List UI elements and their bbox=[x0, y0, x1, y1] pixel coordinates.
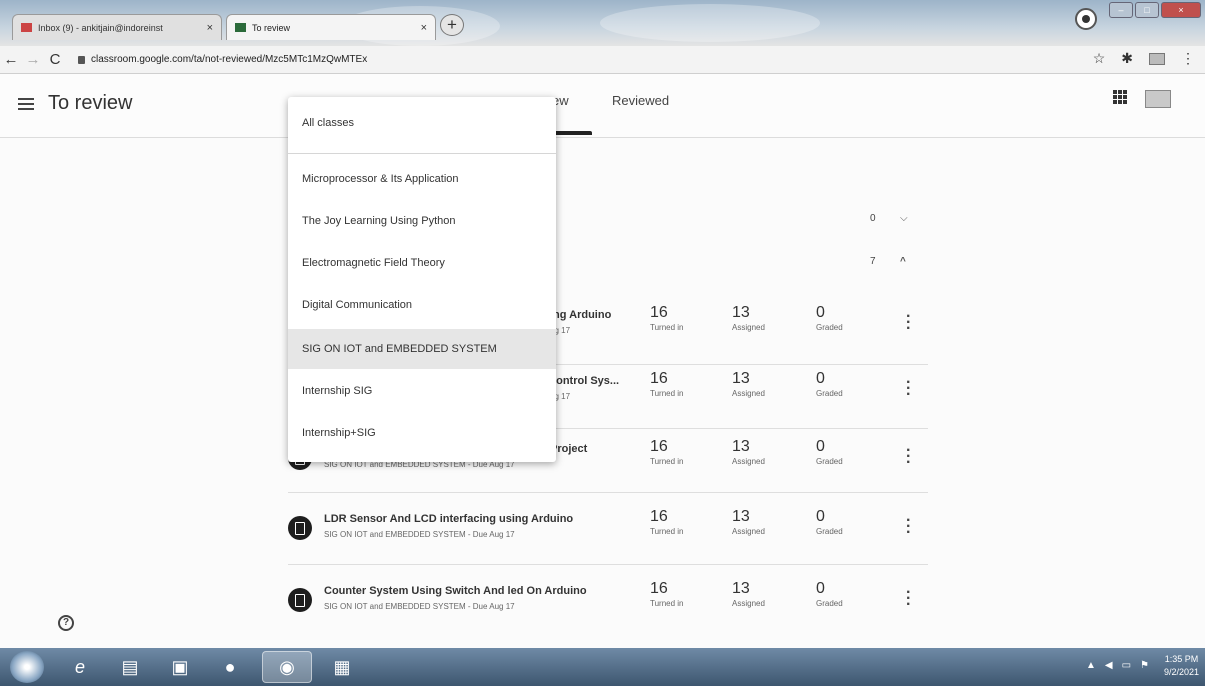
turned-in-stat: 16 Turned in bbox=[650, 304, 684, 332]
chrome-taskbar-icon[interactable]: ◉ bbox=[262, 651, 312, 683]
assignment-icon bbox=[288, 588, 312, 612]
dropdown-item-all-classes[interactable]: All classes bbox=[288, 103, 556, 143]
tab-inbox[interactable]: Inbox (9) - ankitjain@indoreinst × bbox=[12, 14, 222, 40]
organization-logo[interactable] bbox=[1145, 90, 1171, 108]
volume-icon[interactable]: ◀ bbox=[1105, 660, 1113, 671]
chevron-up-icon[interactable]: ^ bbox=[900, 256, 906, 267]
browser-actions: ☆ ✱ ⋮ bbox=[1093, 50, 1195, 67]
assignment-icon bbox=[288, 516, 312, 540]
clock-time: 1:35 PM bbox=[1164, 654, 1199, 664]
extension-icon[interactable] bbox=[1149, 52, 1165, 65]
turned-in-stat: 16 Turned in bbox=[650, 580, 684, 608]
graded-stat: 0 Graded bbox=[816, 580, 843, 608]
divider bbox=[288, 564, 928, 565]
section-count: 7 bbox=[870, 256, 876, 267]
more-options-icon[interactable]: · · · bbox=[906, 443, 911, 471]
start-button[interactable] bbox=[10, 651, 44, 683]
tab-to-review-label: To review bbox=[252, 22, 291, 33]
help-icon[interactable]: ? bbox=[58, 615, 74, 631]
assignment-row[interactable]: Counter System Using Switch And led On A… bbox=[288, 574, 928, 634]
reload-icon[interactable]: C bbox=[44, 51, 66, 68]
turned-in-stat: 16 Turned in bbox=[650, 508, 684, 536]
lock-icon bbox=[78, 55, 85, 64]
dropdown-item-class[interactable]: Internship+SIG bbox=[288, 413, 556, 453]
assigned-stat: 13 Assigned bbox=[732, 508, 765, 536]
profile-icon[interactable] bbox=[1075, 8, 1097, 30]
assignment-subtitle: SIG ON IOT and EMBEDDED SYSTEM - Due Aug… bbox=[324, 602, 515, 611]
close-tab-icon[interactable]: × bbox=[421, 22, 427, 34]
classroom-icon bbox=[235, 23, 246, 32]
maximize-button[interactable]: □ bbox=[1135, 2, 1159, 18]
show-hidden-icons-icon[interactable]: ▲ bbox=[1086, 660, 1096, 671]
file-explorer-icon[interactable]: ▤ bbox=[112, 651, 148, 683]
divider bbox=[288, 492, 928, 493]
browser-menu-icon[interactable]: ⋮ bbox=[1181, 50, 1195, 67]
more-options-icon[interactable]: · · · bbox=[906, 375, 911, 403]
classroom-app: To review ew Reviewed 0 ⌵ 7 ^ ing Arduin… bbox=[0, 74, 1205, 648]
url-text: classroom.google.com/ta/not-reviewed/Mzc… bbox=[91, 54, 368, 65]
assigned-stat: 13 Assigned bbox=[732, 438, 765, 466]
action-center-flag-icon[interactable]: ⚑ bbox=[1140, 660, 1149, 671]
graded-stat: 0 Graded bbox=[816, 508, 843, 536]
chevron-down-icon[interactable]: ⌵ bbox=[900, 213, 908, 224]
tab-reviewed[interactable]: Reviewed bbox=[612, 93, 669, 108]
section-count: 0 bbox=[870, 213, 876, 224]
app-header: To review ew Reviewed bbox=[0, 74, 1205, 138]
tab-inbox-label: Inbox (9) - ankitjain@indoreinst bbox=[38, 22, 163, 33]
taskbar-clock[interactable]: 1:35 PM 9/2/2021 bbox=[1164, 653, 1199, 679]
assignment-title: control Sys... bbox=[550, 375, 620, 387]
bookmark-star-icon[interactable]: ☆ bbox=[1093, 50, 1106, 67]
tab-to-review[interactable]: To review × bbox=[226, 14, 436, 40]
network-icon[interactable]: ▭ bbox=[1122, 660, 1131, 671]
dropdown-item-selected-class[interactable]: SIG ON IOT and EMBEDDED SYSTEM bbox=[288, 329, 556, 369]
graded-stat: 0 Graded bbox=[816, 304, 843, 332]
dropdown-item-class[interactable]: Microprocessor & Its Application bbox=[288, 159, 556, 199]
clock-date: 9/2/2021 bbox=[1163, 667, 1199, 677]
assigned-stat: 13 Assigned bbox=[732, 580, 765, 608]
address-bar[interactable]: classroom.google.com/ta/not-reviewed/Mzc… bbox=[78, 54, 367, 65]
graded-stat: 0 Graded bbox=[816, 370, 843, 398]
taskbar: e ▤ ▣ ● ◉ ▦ ▲ ◀ ▭ ⚑ 1:35 PM 9/2/2021 bbox=[0, 648, 1205, 686]
assignment-title: LDR Sensor And LCD interfacing using Ard… bbox=[324, 513, 574, 525]
internet-explorer-icon[interactable]: e bbox=[62, 651, 98, 683]
graded-stat: 0 Graded bbox=[816, 438, 843, 466]
class-filter-dropdown: All classes Microprocessor & Its Applica… bbox=[288, 97, 556, 462]
close-window-button[interactable]: × bbox=[1161, 2, 1201, 18]
back-icon[interactable]: ← bbox=[0, 51, 22, 68]
more-options-icon[interactable]: · · · bbox=[906, 309, 911, 337]
google-apps-icon[interactable] bbox=[1113, 90, 1127, 104]
document-app-icon[interactable]: ▦ bbox=[322, 651, 362, 683]
dropdown-item-class[interactable]: Electromagnetic Field Theory bbox=[288, 243, 556, 283]
dropdown-item-class[interactable]: The Joy Learning Using Python bbox=[288, 201, 556, 241]
assignment-subtitle: SIG ON IOT and EMBEDDED SYSTEM - Due Aug… bbox=[324, 530, 515, 539]
assignment-title: ing Arduino bbox=[550, 309, 612, 321]
assignment-row[interactable]: LDR Sensor And LCD interfacing using Ard… bbox=[288, 502, 928, 562]
assigned-stat: 13 Assigned bbox=[732, 304, 765, 332]
main-menu-icon[interactable] bbox=[18, 98, 34, 110]
new-tab-button[interactable]: + bbox=[440, 14, 464, 36]
assigned-stat: 13 Assigned bbox=[732, 370, 765, 398]
assignment-title: Counter System Using Switch And led On A… bbox=[324, 585, 587, 597]
forward-icon[interactable]: → bbox=[22, 51, 44, 68]
system-tray: ▲ ◀ ▭ ⚑ bbox=[1086, 660, 1149, 671]
minimize-button[interactable]: – bbox=[1109, 2, 1133, 18]
dropdown-item-class[interactable]: Internship SIG bbox=[288, 371, 556, 411]
gmail-icon bbox=[21, 23, 32, 32]
page-title: To review bbox=[48, 92, 133, 114]
firefox-icon[interactable]: ● bbox=[212, 651, 248, 683]
more-options-icon[interactable]: · · · bbox=[906, 513, 911, 541]
turned-in-stat: 16 Turned in bbox=[650, 438, 684, 466]
window-glass-highlight bbox=[600, 4, 820, 42]
dropdown-item-class[interactable]: Digital Communication bbox=[288, 285, 556, 325]
window-controls: – □ × bbox=[1109, 2, 1201, 18]
browser-toolbar: ← → C classroom.google.com/ta/not-review… bbox=[0, 46, 1205, 74]
close-tab-icon[interactable]: × bbox=[207, 22, 213, 34]
divider bbox=[288, 153, 556, 154]
screen: Inbox (9) - ankitjain@indoreinst × To re… bbox=[0, 0, 1205, 686]
turned-in-stat: 16 Turned in bbox=[650, 370, 684, 398]
more-options-icon[interactable]: · · · bbox=[906, 585, 911, 613]
media-player-icon[interactable]: ▣ bbox=[162, 651, 198, 683]
browser-tab-strip: Inbox (9) - ankitjain@indoreinst × To re… bbox=[0, 0, 1205, 46]
extensions-icon[interactable]: ✱ bbox=[1121, 50, 1133, 67]
